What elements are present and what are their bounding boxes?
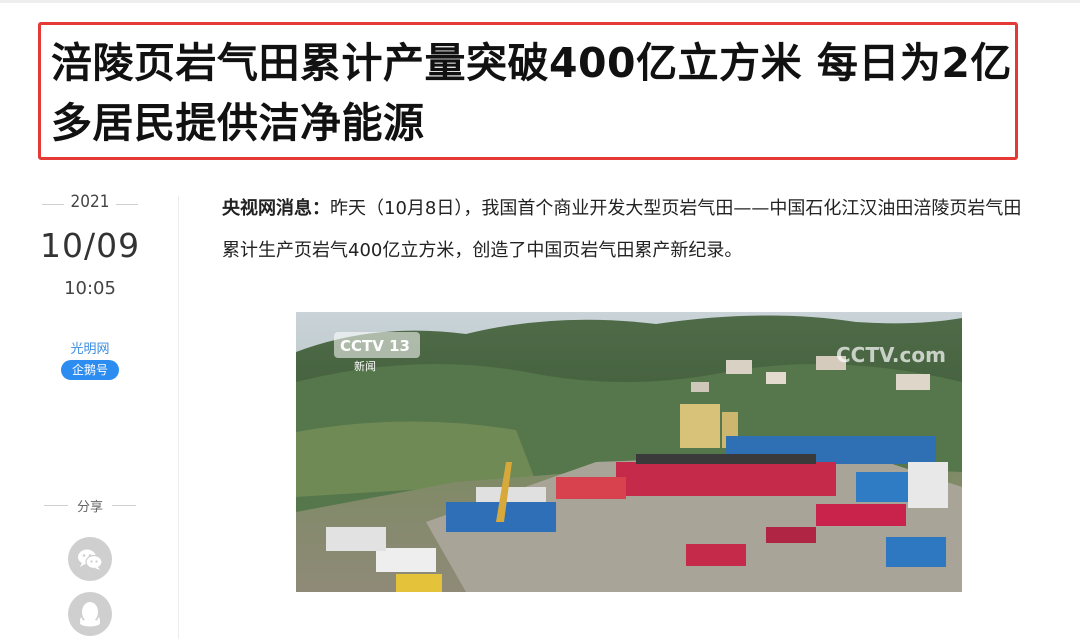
- share-wechat-button[interactable]: [68, 537, 112, 581]
- article-photo: CCTV 13 新闻 CCTV.com: [296, 312, 962, 592]
- lead-text: 昨天（10月8日），我国首个商业开发大型页岩气田——中国石化江汉油田涪陵页岩气田…: [222, 198, 1022, 261]
- year-dash-right: [116, 204, 138, 205]
- lead-source: 央视网消息：: [222, 198, 330, 219]
- article-meta: 2021 10/09 10:05 光明网 企鹅号 分享: [40, 180, 180, 639]
- headline-highlight-box: 涪陵页岩气田累计产量突破400亿立方米 每日为2亿多居民提供洁净能源: [38, 22, 1018, 160]
- article-body: 央视网消息：昨天（10月8日），我国首个商业开发大型页岩气田——中国石化江汉油田…: [222, 188, 1032, 272]
- publish-date: 10/09: [40, 226, 141, 265]
- share-label: 分享: [76, 500, 103, 515]
- share-dash-right: [112, 505, 136, 506]
- publish-time: 10:05: [64, 278, 116, 299]
- article-headline: 涪陵页岩气田累计产量突破400亿立方米 每日为2亿多居民提供洁净能源: [51, 39, 1012, 147]
- share-qq-button[interactable]: [68, 592, 112, 636]
- wechat-icon: [78, 549, 103, 570]
- source-badge[interactable]: 企鹅号: [61, 360, 119, 380]
- qq-icon: [80, 602, 100, 627]
- publish-year: 2021: [70, 192, 110, 212]
- top-divider: [0, 0, 1080, 3]
- channel-sub: 新闻: [354, 359, 376, 373]
- year-dash-left: [42, 204, 64, 205]
- year-row: 2021: [40, 192, 140, 212]
- share-dash-left: [44, 505, 68, 506]
- source-link[interactable]: 光明网: [40, 338, 140, 357]
- channel-logo: CCTV 13: [340, 337, 410, 355]
- photo-watermark: CCTV.com: [836, 343, 946, 367]
- article-lead: 央视网消息：昨天（10月8日），我国首个商业开发大型页岩气田——中国石化江汉油田…: [222, 188, 1032, 272]
- share-row: 分享: [40, 496, 140, 515]
